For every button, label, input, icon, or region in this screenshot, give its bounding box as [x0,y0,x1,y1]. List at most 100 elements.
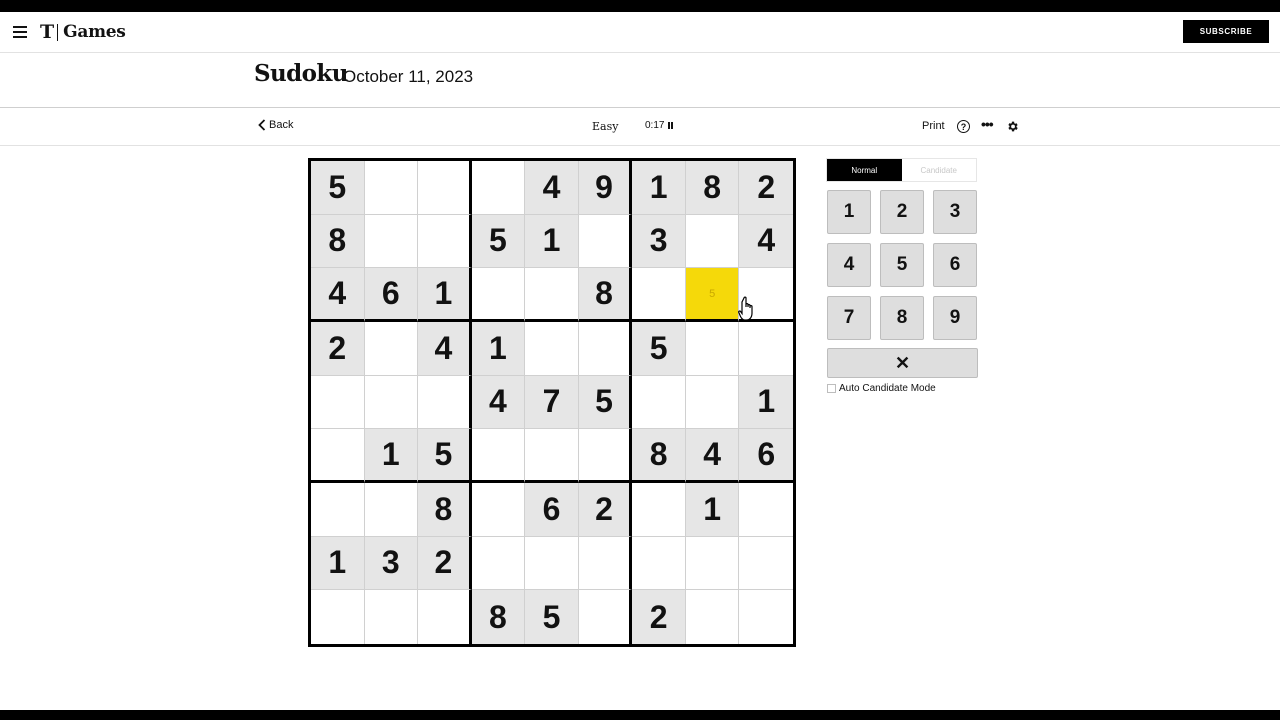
cell-r2-c6[interactable] [578,214,633,269]
more-options-icon[interactable]: ••• [981,116,994,132]
cell-r4-c6[interactable] [578,322,633,376]
cell-r3-c7[interactable] [632,268,686,322]
cell-r1-c3[interactable] [418,161,472,215]
keypad-button-2[interactable]: 2 [880,190,924,234]
cell-r3-c5[interactable] [525,268,579,322]
auto-candidate-checkbox[interactable] [827,384,836,393]
cell-r3-c9[interactable] [739,268,793,322]
cell-r7-c8[interactable]: 1 [685,483,740,537]
cell-r7-c3[interactable]: 8 [418,483,472,537]
cell-r9-c7[interactable]: 2 [632,590,686,644]
cell-r2-c5[interactable]: 1 [525,214,579,269]
cell-r4-c2[interactable] [364,322,419,376]
back-button[interactable]: Back [258,119,293,131]
cell-r1-c6[interactable]: 9 [578,161,633,215]
cell-r5-c3[interactable] [418,375,472,430]
cell-r9-c4[interactable]: 8 [471,590,526,644]
cell-r7-c9[interactable] [739,483,793,537]
cell-r1-c9[interactable]: 2 [739,161,793,215]
cell-r3-c3[interactable]: 1 [418,268,472,322]
cell-r6-c9[interactable]: 6 [739,429,793,483]
cell-r3-c1[interactable]: 4 [311,268,365,322]
cell-r2-c9[interactable]: 4 [739,214,793,269]
cell-r9-c2[interactable] [365,590,419,644]
keypad-button-9[interactable]: 9 [933,296,977,340]
cell-r5-c1[interactable] [311,375,365,430]
cell-r4-c3[interactable]: 4 [418,322,472,376]
keypad-button-7[interactable]: 7 [827,296,871,340]
cell-r8-c5[interactable] [525,536,579,591]
keypad-button-4[interactable]: 4 [827,243,871,287]
cell-r5-c9[interactable]: 1 [739,375,793,430]
cell-r3-c6[interactable]: 8 [578,268,633,322]
cell-r5-c4[interactable]: 4 [471,375,526,430]
cell-r9-c1[interactable] [311,590,365,644]
cell-r9-c8[interactable] [686,590,740,644]
help-icon[interactable]: ? [957,120,970,133]
cell-r6-c4[interactable] [471,429,526,483]
erase-button[interactable]: ✕ [827,348,978,378]
cell-r2-c2[interactable] [364,214,419,269]
candidate-mode-button[interactable]: Candidate [901,159,976,181]
cell-r4-c7[interactable]: 5 [632,322,686,376]
cell-r5-c8[interactable] [685,375,740,430]
cell-r3-c4[interactable] [471,268,526,322]
cell-r7-c1[interactable] [311,483,365,537]
cell-r6-c3[interactable]: 5 [418,429,472,483]
cell-r8-c2[interactable]: 3 [364,536,419,591]
cell-r8-c9[interactable] [739,537,793,591]
cell-r9-c6[interactable] [579,590,633,644]
cell-r1-c1[interactable]: 5 [311,161,365,215]
cell-r1-c4[interactable] [471,161,526,215]
cell-r8-c8[interactable] [685,536,740,591]
cell-r8-c3[interactable]: 2 [418,536,472,591]
keypad-button-8[interactable]: 8 [880,296,924,340]
cell-r7-c6[interactable]: 2 [578,483,633,537]
pause-icon[interactable] [668,122,674,129]
cell-r1-c5[interactable]: 4 [525,161,579,215]
cell-r5-c5[interactable]: 7 [525,375,579,430]
subscribe-button[interactable]: SUBSCRIBE [1183,20,1269,43]
cell-r4-c9[interactable] [739,322,793,376]
cell-r5-c6[interactable]: 5 [578,375,633,430]
cell-r1-c8[interactable]: 8 [685,161,740,215]
cell-r9-c9[interactable] [739,590,793,644]
cell-r1-c2[interactable] [364,161,419,215]
cell-r1-c7[interactable]: 1 [632,161,686,215]
cell-r7-c2[interactable] [364,483,419,537]
cell-r5-c2[interactable] [364,375,419,430]
keypad-button-1[interactable]: 1 [827,190,871,234]
normal-mode-button[interactable]: Normal [827,159,902,181]
cell-r6-c5[interactable] [525,429,579,483]
cell-r2-c3[interactable] [418,214,472,269]
cell-r4-c5[interactable] [525,322,579,376]
cell-r4-c1[interactable]: 2 [311,322,365,376]
cell-r3-c2[interactable]: 6 [364,268,419,322]
cell-r2-c8[interactable] [685,214,740,269]
cell-r9-c5[interactable]: 5 [525,590,579,644]
gear-icon[interactable] [1006,120,1019,138]
cell-r3-c8[interactable]: 5 [685,268,740,322]
keypad-button-6[interactable]: 6 [933,243,977,287]
cell-r7-c5[interactable]: 6 [525,483,579,537]
cell-r6-c8[interactable]: 4 [685,429,740,483]
keypad-button-3[interactable]: 3 [933,190,977,234]
cell-r9-c3[interactable] [418,590,472,644]
print-button[interactable]: Print [922,120,945,132]
cell-r8-c6[interactable] [578,536,633,591]
cell-r8-c4[interactable] [471,536,526,591]
cell-r6-c6[interactable] [578,429,633,483]
cell-r7-c7[interactable] [632,483,686,537]
cell-r2-c7[interactable]: 3 [632,214,686,269]
cell-r8-c1[interactable]: 1 [311,536,365,591]
cell-r7-c4[interactable] [471,483,526,537]
cell-r6-c2[interactable]: 1 [364,429,419,483]
cell-r2-c4[interactable]: 5 [471,214,526,269]
nyt-games-logo[interactable]: T Games [40,21,126,43]
cell-r4-c8[interactable] [685,322,740,376]
cell-r4-c4[interactable]: 1 [471,322,526,376]
cell-r5-c7[interactable] [632,375,686,430]
cell-r6-c1[interactable] [311,429,365,483]
cell-r8-c7[interactable] [632,536,686,591]
cell-r6-c7[interactable]: 8 [632,429,686,483]
